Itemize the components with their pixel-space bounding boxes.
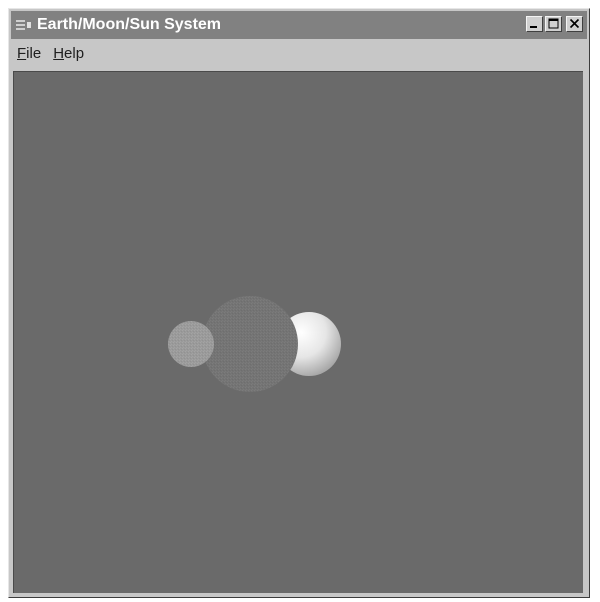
title-bar[interactable]: Earth/Moon/Sun System bbox=[11, 11, 587, 39]
minimize-button[interactable] bbox=[526, 16, 543, 32]
close-button[interactable] bbox=[566, 16, 583, 32]
minimize-icon bbox=[530, 26, 537, 28]
app-window: Earth/Moon/Sun System File Help bbox=[8, 8, 590, 598]
window-title: Earth/Moon/Sun System bbox=[37, 16, 222, 33]
maximize-icon bbox=[548, 18, 559, 29]
close-icon bbox=[569, 18, 580, 29]
menu-help-label: elp bbox=[64, 45, 85, 62]
moon bbox=[168, 321, 214, 367]
menu-file-accel: F bbox=[17, 45, 27, 62]
maximize-button[interactable] bbox=[545, 16, 562, 32]
scene-svg bbox=[168, 296, 341, 392]
menu-bar: File Help bbox=[11, 39, 587, 69]
app-icon[interactable] bbox=[15, 18, 33, 32]
menu-help[interactable]: Help bbox=[47, 39, 90, 69]
earth bbox=[202, 296, 298, 392]
menu-help-accel: H bbox=[53, 45, 65, 62]
scene-canvas[interactable] bbox=[13, 71, 583, 593]
menu-file[interactable]: File bbox=[11, 39, 47, 69]
menu-file-label: ile bbox=[26, 45, 42, 62]
window-controls bbox=[526, 16, 583, 32]
